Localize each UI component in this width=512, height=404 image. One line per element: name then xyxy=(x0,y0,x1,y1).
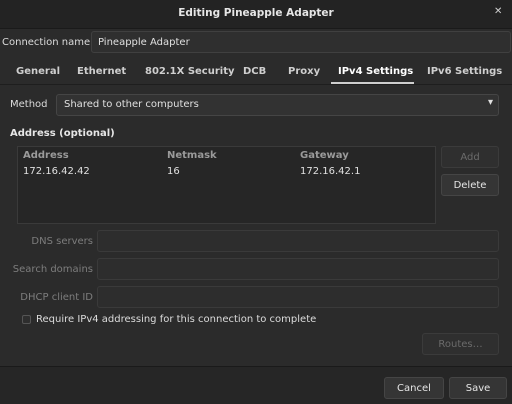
routes-button[interactable]: Routes… xyxy=(422,333,499,355)
cancel-button[interactable]: Cancel xyxy=(384,377,444,399)
table-cell-netmask[interactable]: 16 xyxy=(167,166,180,177)
address-table[interactable]: Address Netmask Gateway 172.16.42.42 16 … xyxy=(17,146,436,224)
table-cell-gateway[interactable]: 172.16.42.1 xyxy=(300,166,360,177)
column-header-address: Address xyxy=(23,150,69,161)
tab-proxy[interactable]: Proxy xyxy=(288,66,320,77)
add-button[interactable]: Add xyxy=(441,146,499,168)
search-domains-label: Search domains xyxy=(12,264,93,275)
delete-button[interactable]: Delete xyxy=(441,174,499,196)
close-icon[interactable]: ✕ xyxy=(494,6,502,17)
method-select[interactable]: Shared to other computers ▾ xyxy=(56,94,499,116)
dns-servers-input[interactable] xyxy=(97,230,499,252)
connection-name-input[interactable]: Pineapple Adapter xyxy=(91,31,511,53)
require-ipv4-label[interactable]: Require IPv4 addressing for this connect… xyxy=(36,314,316,325)
address-section-label: Address (optional) xyxy=(10,128,115,139)
search-domains-input[interactable] xyxy=(97,258,499,280)
method-select-value: Shared to other computers xyxy=(64,99,199,110)
method-label: Method xyxy=(10,99,48,110)
dhcp-client-id-input[interactable] xyxy=(97,286,499,308)
column-header-gateway: Gateway xyxy=(300,150,349,161)
chevron-down-icon: ▾ xyxy=(487,97,493,108)
tab-dcb[interactable]: DCB xyxy=(243,66,266,77)
table-cell-address[interactable]: 172.16.42.42 xyxy=(23,166,90,177)
tab-8021x-security[interactable]: 802.1X Security xyxy=(145,66,235,77)
dns-servers-label: DNS servers xyxy=(31,236,93,247)
require-ipv4-checkbox[interactable] xyxy=(22,315,31,324)
save-button[interactable]: Save xyxy=(449,377,507,399)
dhcp-client-id-label: DHCP client ID xyxy=(20,292,93,303)
column-header-netmask: Netmask xyxy=(167,150,217,161)
tab-ipv6-settings[interactable]: IPv6 Settings xyxy=(427,66,502,77)
connection-name-label: Connection name xyxy=(2,37,91,48)
window-title: Editing Pineapple Adapter xyxy=(178,7,334,19)
connection-name-value: Pineapple Adapter xyxy=(98,37,190,48)
tab-ipv4-settings[interactable]: IPv4 Settings xyxy=(338,66,413,77)
tab-ethernet[interactable]: Ethernet xyxy=(77,66,126,77)
tab-general[interactable]: General xyxy=(16,66,60,77)
active-tab-indicator xyxy=(331,82,414,84)
